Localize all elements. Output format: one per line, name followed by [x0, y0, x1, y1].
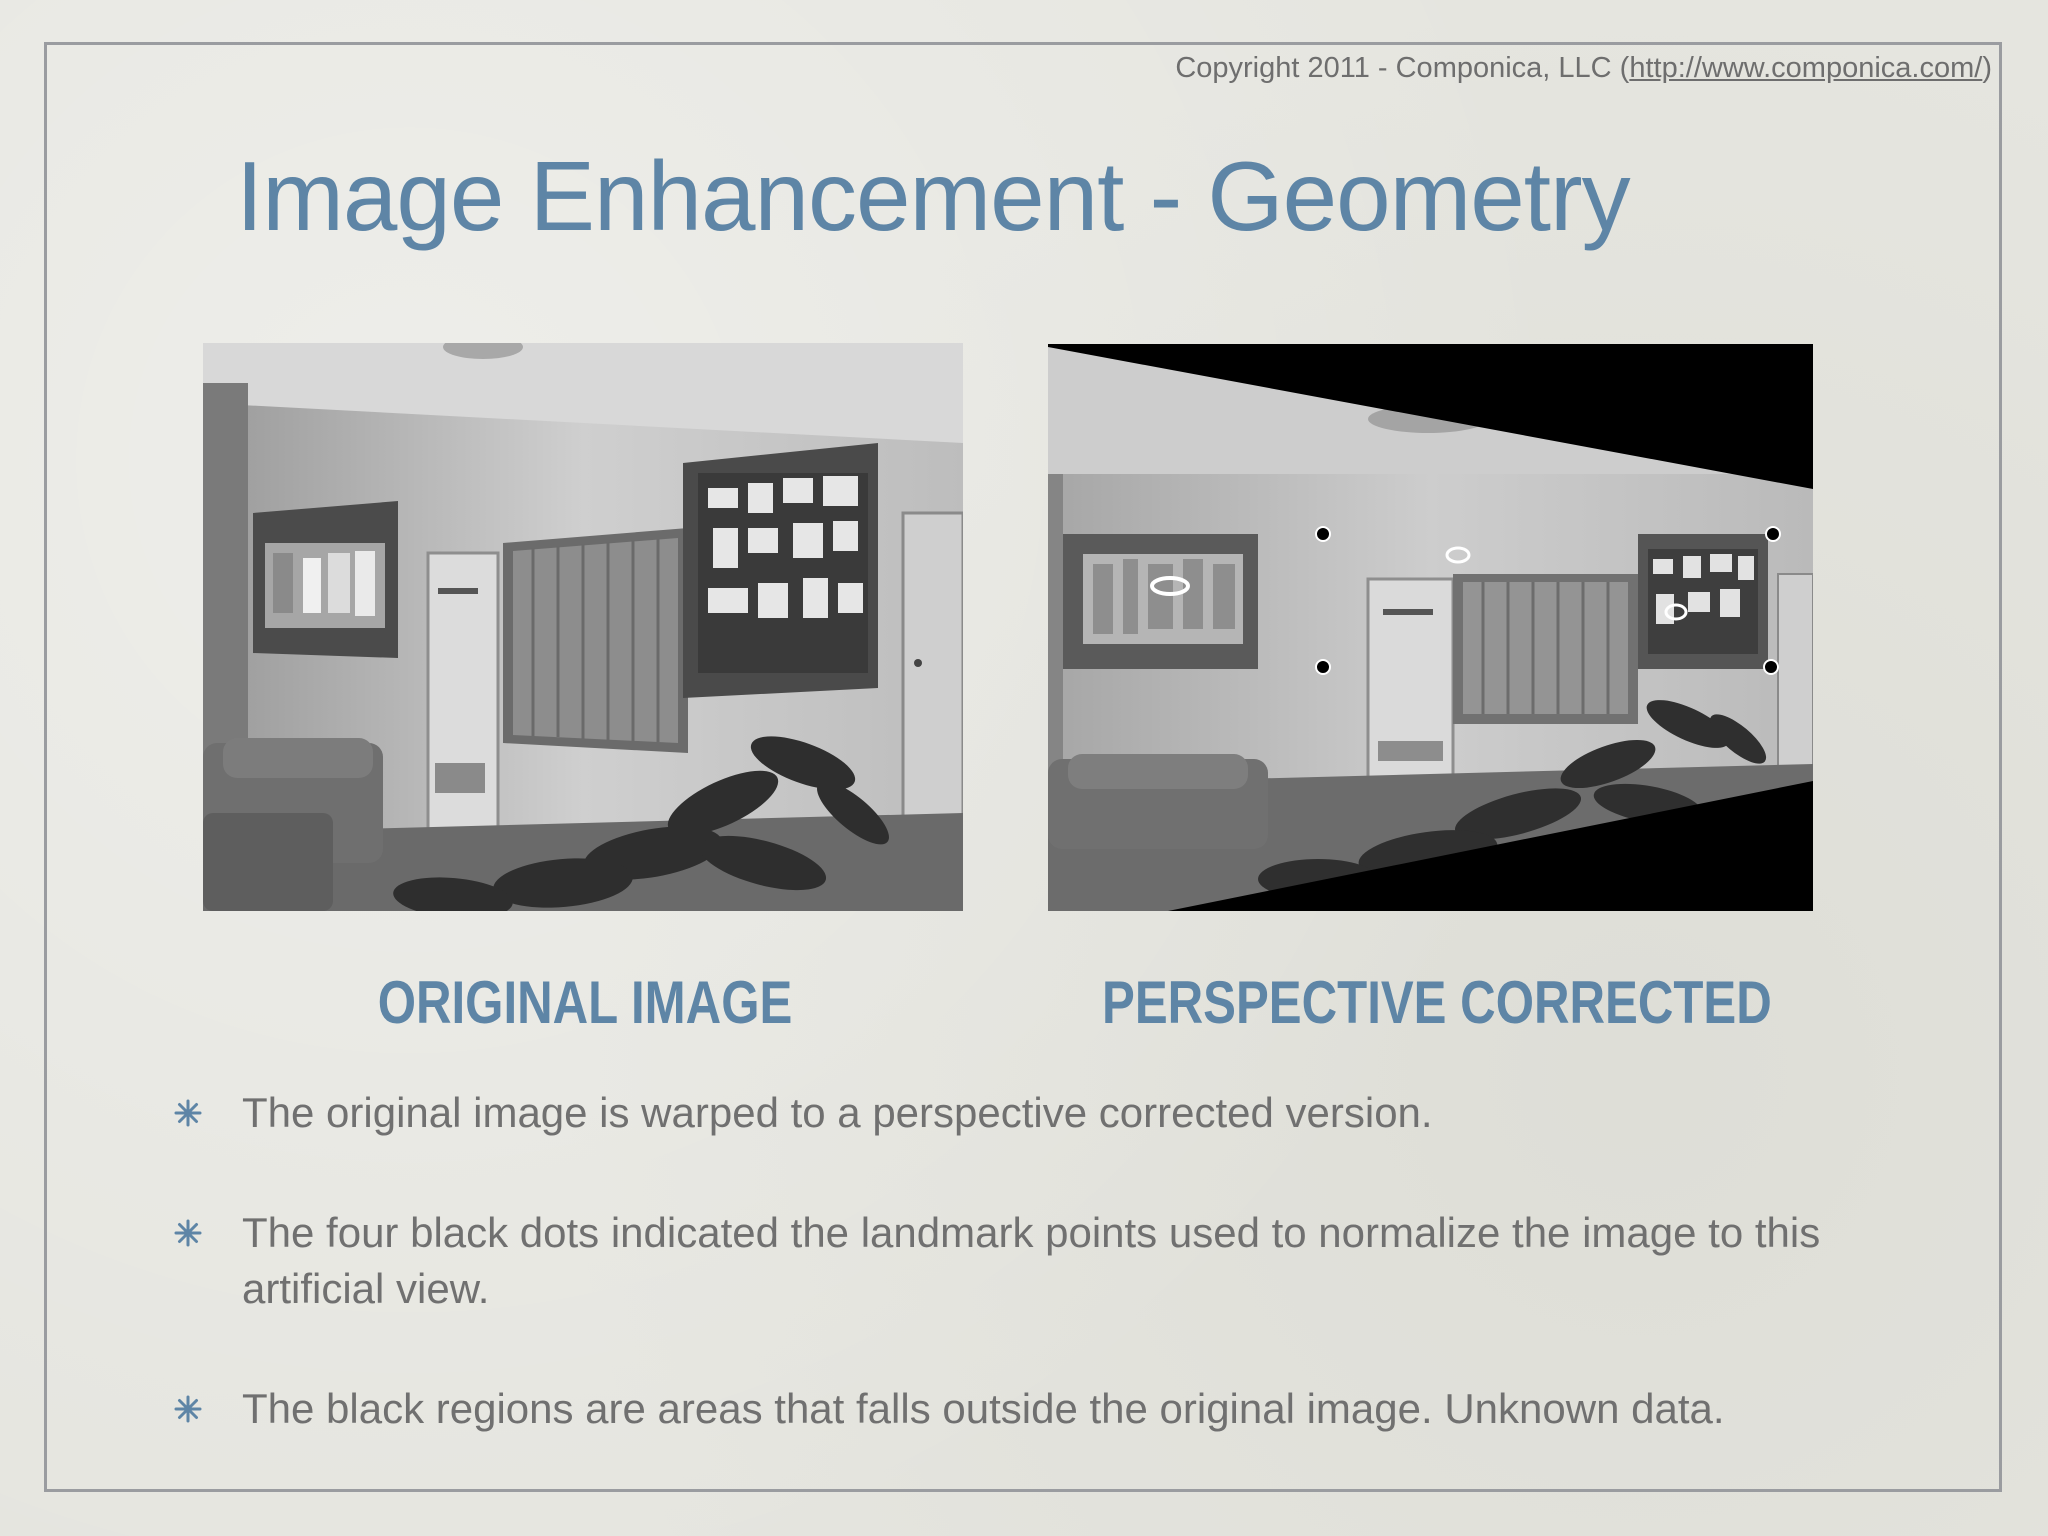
copyright-prefix: Copyright 2011 - Componica, LLC (	[1175, 52, 1630, 84]
slide: Copyright 2011 - Componica, LLC (http://…	[0, 0, 2048, 1536]
perspective-corrected-image	[1048, 344, 1813, 911]
bullet-list: The original image is warped to a perspe…	[170, 1085, 1890, 1437]
copyright-suffix: )	[1982, 52, 1992, 84]
slide-title: Image Enhancement - Geometry	[236, 141, 1631, 251]
asterisk-bullet-icon	[174, 1219, 202, 1247]
bullet-item: The original image is warped to a perspe…	[170, 1085, 1890, 1141]
perspective-corrected-caption: PERSPECTIVE CORRECTED	[1102, 969, 1772, 1036]
original-image-caption: ORIGINAL IMAGE	[377, 969, 793, 1036]
bullet-item: The four black dots indicated the landma…	[170, 1205, 1890, 1317]
bullet-text: The original image is warped to a perspe…	[242, 1089, 1433, 1136]
original-image	[203, 343, 963, 911]
asterisk-bullet-icon	[174, 1099, 202, 1127]
copyright-notice: Copyright 2011 - Componica, LLC (http://…	[1175, 52, 1992, 85]
bullet-item: The black regions are areas that falls o…	[170, 1381, 1890, 1437]
copyright-link[interactable]: http://www.componica.com/	[1629, 52, 1982, 84]
asterisk-bullet-icon	[174, 1395, 202, 1423]
bullet-text: The black regions are areas that falls o…	[242, 1385, 1725, 1432]
bullet-text: The four black dots indicated the landma…	[242, 1209, 1821, 1312]
